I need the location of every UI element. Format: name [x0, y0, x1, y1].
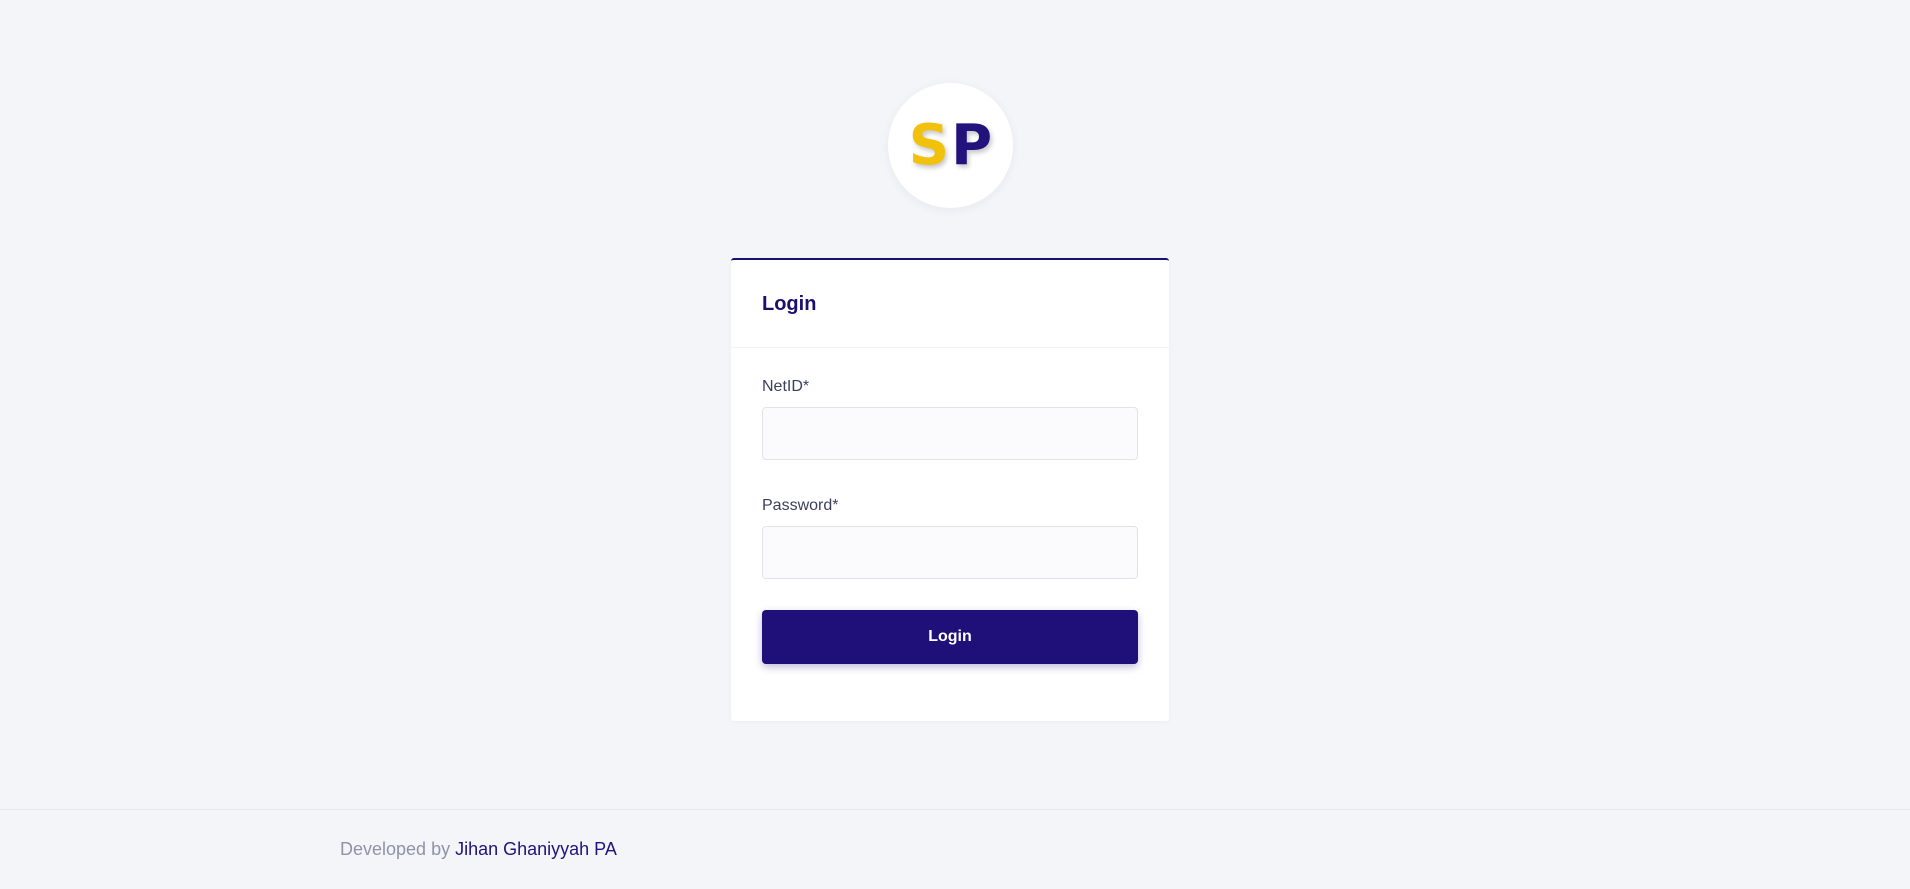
login-form: NetID* Password* Login [731, 348, 1169, 664]
footer-credit-prefix: Developed by [340, 839, 451, 859]
netid-label: NetID* [762, 378, 810, 395]
footer-author-link[interactable]: Jihan Ghaniyyah PA [455, 839, 617, 859]
footer-credit: Developed by Jihan Ghaniyyah PA [340, 840, 617, 858]
footer: Developed by Jihan Ghaniyyah PA [0, 809, 1910, 889]
login-button[interactable]: Login [762, 610, 1138, 664]
password-label: Password* [762, 497, 839, 514]
logo: S P [888, 83, 1013, 208]
login-card: Login NetID* Password* Login [731, 258, 1169, 721]
logo-letter-p: P [951, 112, 993, 178]
netid-input[interactable] [762, 407, 1138, 460]
password-input[interactable] [762, 526, 1138, 579]
logo-letter-s: S [908, 112, 950, 178]
login-page: S P Login NetID* Password* Login Develop… [0, 0, 1910, 889]
login-card-header: Login [731, 260, 1169, 348]
login-card-title: Login [762, 293, 817, 315]
